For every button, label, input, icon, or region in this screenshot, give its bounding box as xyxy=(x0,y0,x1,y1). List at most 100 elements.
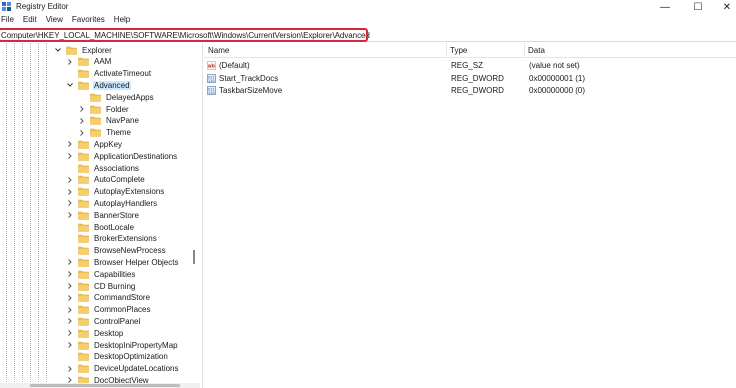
column-divider[interactable] xyxy=(524,43,525,58)
folder-icon xyxy=(78,152,89,161)
chevron-right-icon[interactable] xyxy=(66,282,74,290)
dword-value-icon: 011 110 xyxy=(207,73,216,83)
tree-item[interactable]: BootLocale xyxy=(66,221,135,233)
key-tree-pane[interactable]: Explorer AAM ActivateTimeout Advanced Delaye… xyxy=(0,43,200,388)
pane-splitter[interactable] xyxy=(202,43,203,388)
value-row[interactable]: 011 110 TaskbarSizeMove REG_DWORD 0x00000000… xyxy=(204,85,736,97)
tree-item-label: Desktop xyxy=(94,328,124,338)
tree-item-label: BrowseNewProcess xyxy=(94,246,166,256)
menu-help[interactable]: Help xyxy=(113,15,130,27)
tree-item[interactable]: DesktopOptimization xyxy=(66,351,169,363)
tree-item[interactable]: Folder xyxy=(78,103,130,115)
tree-item[interactable]: Explorer xyxy=(54,44,113,56)
chevron-right-icon[interactable] xyxy=(66,365,74,373)
address-highlight-box xyxy=(0,28,368,42)
svg-text:110: 110 xyxy=(208,91,214,95)
tree-item[interactable]: ApplicationDestinations xyxy=(66,150,178,162)
folder-icon xyxy=(78,352,89,362)
tree-item[interactable]: CD Burning xyxy=(66,280,136,292)
folder-icon xyxy=(78,341,89,350)
chevron-right-icon[interactable] xyxy=(78,105,86,113)
menu-file[interactable]: File xyxy=(0,15,14,27)
folder-icon xyxy=(90,105,101,114)
tree-item[interactable]: AutoplayHandlers xyxy=(66,197,158,209)
tree-item[interactable]: CommonPlaces xyxy=(66,304,151,316)
chevron-right-icon[interactable] xyxy=(66,294,74,302)
folder-icon xyxy=(78,223,89,232)
tree-horizontal-scrollbar-thumb[interactable] xyxy=(30,384,180,387)
column-header-data[interactable]: Data xyxy=(528,46,545,55)
folder-icon xyxy=(78,81,89,90)
value-row[interactable]: ab (Default) REG_SZ (value not set) xyxy=(204,60,736,72)
tree-item[interactable]: NavPane xyxy=(78,115,140,127)
tree-item[interactable]: DeviceUpdateLocations xyxy=(66,363,180,375)
tree-item[interactable]: DelayedApps xyxy=(78,91,155,103)
tree-item[interactable]: BannerStore xyxy=(66,209,140,221)
chevron-down-icon[interactable] xyxy=(66,81,74,89)
tree-item[interactable]: AutoplayExtensions xyxy=(66,186,165,198)
tree-item-label: DelayedApps xyxy=(106,92,154,102)
value-name: (Default) xyxy=(219,61,250,70)
chevron-right-icon[interactable] xyxy=(66,306,74,314)
chevron-right-icon[interactable] xyxy=(66,317,74,325)
menu-view[interactable]: View xyxy=(45,15,63,27)
tree-item-label: Folder xyxy=(106,104,129,114)
chevron-right-icon[interactable] xyxy=(66,188,74,196)
chevron-right-icon[interactable] xyxy=(66,199,74,207)
minimize-button[interactable]: — xyxy=(650,0,680,14)
chevron-right-icon[interactable] xyxy=(78,117,86,125)
value-row[interactable]: 011 110 Start_TrackDocs REG_DWORD 0x00000001… xyxy=(204,73,736,85)
tree-item[interactable]: Desktop xyxy=(66,327,124,339)
tree-vertical-scrollbar[interactable] xyxy=(193,250,195,264)
column-divider[interactable] xyxy=(446,43,447,58)
chevron-right-icon[interactable] xyxy=(66,258,74,266)
chevron-right-icon[interactable] xyxy=(66,211,74,219)
chevron-right-icon[interactable] xyxy=(66,140,74,148)
tree-item[interactable]: ControlPanel xyxy=(66,315,141,327)
tree-guide-line xyxy=(46,43,47,388)
tree-item[interactable]: ActivateTimeout xyxy=(66,68,152,80)
values-list-pane[interactable]: Name Type Data ab (Default) REG_SZ (value n… xyxy=(204,43,736,388)
column-header-name[interactable]: Name xyxy=(208,46,229,55)
chevron-right-icon[interactable] xyxy=(66,176,74,184)
folder-icon xyxy=(78,234,89,244)
tree-item[interactable]: CommandStore xyxy=(66,292,151,304)
folder-icon xyxy=(78,199,89,208)
tree-item[interactable]: Advanced xyxy=(66,79,131,91)
close-button[interactable]: ✕ xyxy=(712,0,736,14)
menu-edit[interactable]: Edit xyxy=(22,15,37,27)
tree-item[interactable]: Browser Helper Objects xyxy=(66,256,179,268)
tree-item[interactable]: Associations xyxy=(66,162,140,174)
maximize-button[interactable]: ☐ xyxy=(683,0,713,14)
tree-item[interactable]: AAM xyxy=(66,56,112,68)
tree-guide-line xyxy=(30,43,31,388)
svg-text:ab: ab xyxy=(208,64,216,70)
chevron-right-icon[interactable] xyxy=(78,129,86,137)
tree-item-label: DeviceUpdateLocations xyxy=(94,364,179,374)
tree-item[interactable]: BrowseNewProcess xyxy=(66,245,167,257)
chevron-right-icon[interactable] xyxy=(66,58,74,66)
tree-item[interactable]: Theme xyxy=(78,127,132,139)
chevron-right-icon[interactable] xyxy=(66,270,74,278)
tree-item-label: Associations xyxy=(94,163,139,173)
tree-item[interactable]: Capabilities xyxy=(66,268,136,280)
address-bar[interactable]: Computer\HKEY_LOCAL_MACHINE\SOFTWARE\Mic… xyxy=(0,28,736,42)
column-header-type[interactable]: Type xyxy=(450,46,467,55)
tree-item-label: DesktopIniPropertyMap xyxy=(94,340,178,350)
folder-icon xyxy=(78,187,89,196)
list-header: Name Type Data xyxy=(204,43,736,58)
title-bar: Registry Editor — ☐ ✕ xyxy=(0,0,736,14)
tree-item[interactable]: DesktopIniPropertyMap xyxy=(66,339,179,351)
folder-icon xyxy=(78,140,89,149)
no-expander xyxy=(66,247,74,255)
tree-item[interactable]: BrokerExtensions xyxy=(66,233,158,245)
chevron-down-icon[interactable] xyxy=(54,46,62,54)
tree-item[interactable]: AppKey xyxy=(66,138,123,150)
no-expander xyxy=(66,235,74,243)
chevron-right-icon[interactable] xyxy=(66,341,74,349)
chevron-right-icon[interactable] xyxy=(66,329,74,337)
folder-icon xyxy=(90,128,101,137)
menu-favorites[interactable]: Favorites xyxy=(71,15,105,27)
chevron-right-icon[interactable] xyxy=(66,152,74,160)
tree-item[interactable]: AutoComplete xyxy=(66,174,146,186)
